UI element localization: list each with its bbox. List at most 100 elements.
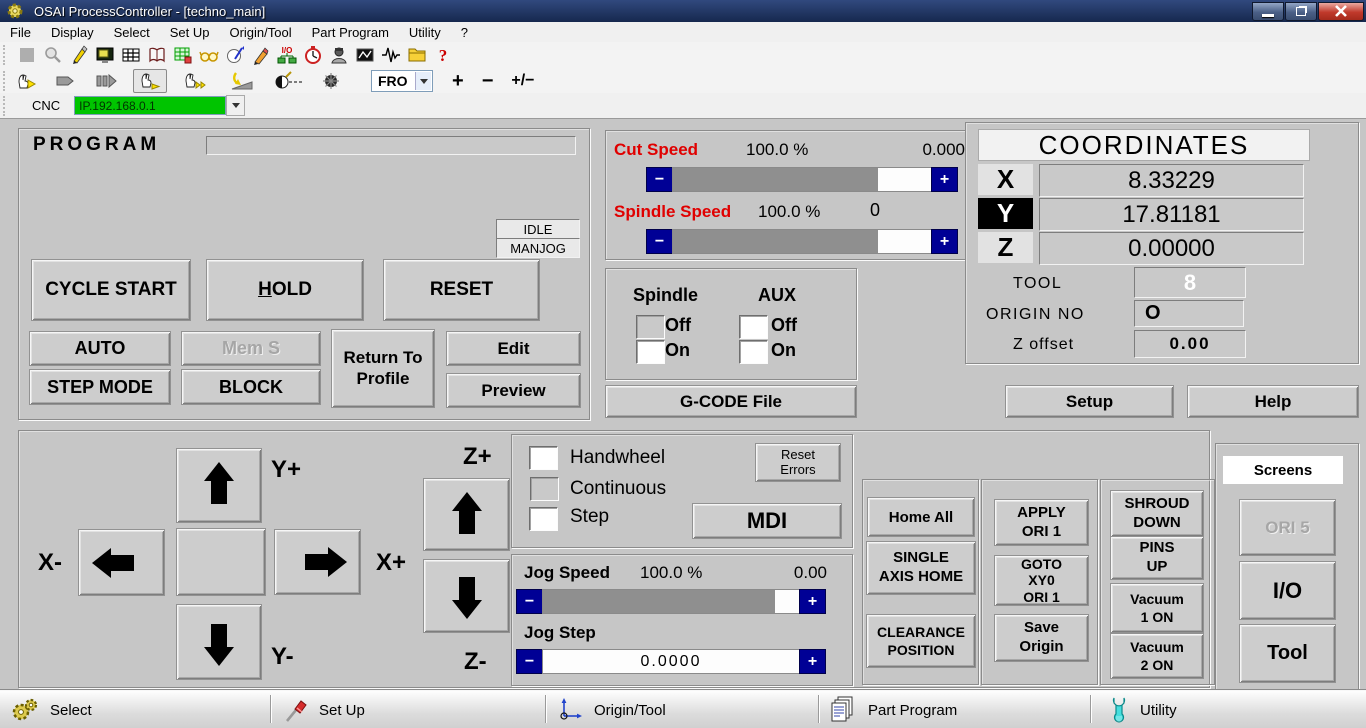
reset-errors-button[interactable]: Reset Errors xyxy=(755,443,841,482)
jog-center-button[interactable] xyxy=(176,528,266,596)
cut-speed-plus-button[interactable]: + xyxy=(931,167,958,192)
hand-start-icon[interactable] xyxy=(15,70,39,92)
continuous-checkbox[interactable] xyxy=(530,477,559,501)
return-profile-icon[interactable] xyxy=(227,70,257,92)
fro-dropdown[interactable]: FRO xyxy=(371,70,433,92)
step-checkbox[interactable] xyxy=(529,507,558,531)
menu-file[interactable]: File xyxy=(0,23,41,42)
glasses-icon[interactable] xyxy=(197,44,221,66)
jog-step-plus-button[interactable]: + xyxy=(799,649,826,674)
cnc-ip-field[interactable]: IP.192.168.0.1 xyxy=(74,96,226,115)
minimize-button[interactable] xyxy=(1252,2,1284,21)
grid-icon[interactable] xyxy=(119,44,143,66)
reset-button[interactable]: RESET xyxy=(383,259,540,321)
feed-minus-button[interactable]: − xyxy=(482,71,494,91)
cnc-ip-dropdown-arrow-icon[interactable] xyxy=(226,95,245,116)
single-axis-home-button[interactable]: SINGLE AXIS HOME xyxy=(866,541,976,595)
taskbar-setup[interactable]: Set Up xyxy=(283,691,365,728)
step-arrow-icon[interactable] xyxy=(95,70,119,92)
return-to-profile-button[interactable]: Return To Profile xyxy=(331,329,435,408)
menu-setup[interactable]: Set Up xyxy=(160,23,220,42)
home-all-button[interactable]: Home All xyxy=(867,497,975,537)
preview-button[interactable]: Preview xyxy=(446,373,581,408)
aux-on-checkbox[interactable] xyxy=(739,340,768,364)
screen-graph-icon[interactable] xyxy=(353,44,377,66)
tool-screen-button[interactable]: Tool xyxy=(1239,624,1336,683)
edit-button[interactable]: Edit xyxy=(446,331,581,366)
io-icon[interactable]: I/O xyxy=(275,44,299,66)
jog-x-plus-button[interactable] xyxy=(274,529,361,595)
feed-plusminus-button[interactable]: +/− xyxy=(511,71,534,91)
axis-z-label[interactable]: Z xyxy=(978,232,1033,263)
jog-step-value-field[interactable]: 0.0000 xyxy=(542,649,800,674)
menu-utility[interactable]: Utility xyxy=(399,23,451,42)
spoke-circle-icon[interactable] xyxy=(319,70,343,92)
vacuum-2-on-button[interactable]: Vacuum 2 ON xyxy=(1110,633,1204,679)
save-origin-button[interactable]: Save Origin xyxy=(994,614,1089,662)
jog-z-plus-button[interactable] xyxy=(423,478,510,551)
menu-help[interactable]: ? xyxy=(451,23,478,42)
taskbar-part-program[interactable]: Part Program xyxy=(828,691,957,728)
ori-5-button[interactable]: ORI 5 xyxy=(1239,499,1336,556)
spindle-off-checkbox[interactable] xyxy=(636,315,665,339)
help-icon[interactable]: ? xyxy=(431,44,455,66)
spindle-speed-slider[interactable] xyxy=(672,229,932,254)
folder-icon[interactable] xyxy=(405,44,429,66)
spindle-on-checkbox[interactable] xyxy=(636,340,665,364)
menu-part-program[interactable]: Part Program xyxy=(302,23,399,42)
menu-display[interactable]: Display xyxy=(41,23,104,42)
aux-off-checkbox[interactable] xyxy=(739,315,768,339)
jog-speed-plus-button[interactable]: + xyxy=(799,589,826,614)
restore-button[interactable] xyxy=(1285,2,1317,21)
book-icon[interactable] xyxy=(145,44,169,66)
gcode-file-button[interactable]: G-CODE File xyxy=(605,385,857,418)
jog-speed-slider[interactable] xyxy=(542,589,800,614)
cycle-start-button[interactable]: CYCLE START xyxy=(31,259,191,321)
jog-x-minus-button[interactable] xyxy=(78,529,165,596)
jog-y-plus-button[interactable] xyxy=(176,448,262,523)
cut-speed-minus-button[interactable]: − xyxy=(646,167,673,192)
pins-up-button[interactable]: PINS UP xyxy=(1110,536,1204,580)
setup-button[interactable]: Setup xyxy=(1005,385,1174,418)
block-button[interactable]: BLOCK xyxy=(181,369,321,405)
goto-xy0-ori-1-button[interactable]: GOTO XY0 ORI 1 xyxy=(994,555,1089,606)
taskbar-origin-tool[interactable]: Origin/Tool xyxy=(556,691,666,728)
close-button[interactable] xyxy=(1318,2,1364,21)
solid-arrow-icon[interactable] xyxy=(55,70,79,92)
help-button[interactable]: Help xyxy=(1187,385,1359,418)
zoom-icon[interactable] xyxy=(41,44,65,66)
spindle-speed-minus-button[interactable]: − xyxy=(646,229,673,254)
handwheel-checkbox[interactable] xyxy=(529,446,558,470)
grid-edit-icon[interactable] xyxy=(171,44,195,66)
palette-icon[interactable] xyxy=(223,44,247,66)
spindle-speed-plus-button[interactable]: + xyxy=(931,229,958,254)
jog-step-minus-button[interactable]: − xyxy=(516,649,543,674)
hold-button[interactable]: HOLD xyxy=(206,259,364,321)
clearance-position-button[interactable]: CLEARANCE POSITION xyxy=(866,614,976,668)
menu-origin-tool[interactable]: Origin/Tool xyxy=(219,23,301,42)
axis-x-label[interactable]: X xyxy=(978,164,1033,195)
compass-icon[interactable] xyxy=(273,70,305,92)
hand-jog-icon[interactable] xyxy=(133,69,167,93)
pencil-icon[interactable] xyxy=(249,44,273,66)
jog-speed-minus-button[interactable]: − xyxy=(516,589,543,614)
auto-button[interactable]: AUTO xyxy=(29,331,171,366)
step-mode-button[interactable]: STEP MODE xyxy=(29,369,171,405)
hand-jog-fast-icon[interactable] xyxy=(181,70,211,92)
io-screen-button[interactable]: I/O xyxy=(1239,561,1336,620)
shroud-down-button[interactable]: SHROUD DOWN xyxy=(1110,490,1204,537)
monitor-icon[interactable] xyxy=(93,44,117,66)
waveform-icon[interactable] xyxy=(379,44,403,66)
menu-select[interactable]: Select xyxy=(104,23,160,42)
program-name-field[interactable] xyxy=(206,136,576,155)
clock-icon[interactable] xyxy=(301,44,325,66)
pen-icon[interactable] xyxy=(67,44,91,66)
feed-plus-button[interactable]: + xyxy=(452,71,464,91)
jog-y-minus-button[interactable] xyxy=(176,604,262,680)
mem-s-button[interactable]: Mem S xyxy=(181,331,321,366)
cut-speed-slider[interactable] xyxy=(672,167,932,192)
vacuum-1-on-button[interactable]: Vacuum 1 ON xyxy=(1110,583,1204,633)
axis-y-label[interactable]: Y xyxy=(978,198,1033,229)
mdi-button[interactable]: MDI xyxy=(692,503,842,539)
apply-ori-1-button[interactable]: APPLY ORI 1 xyxy=(994,499,1089,546)
